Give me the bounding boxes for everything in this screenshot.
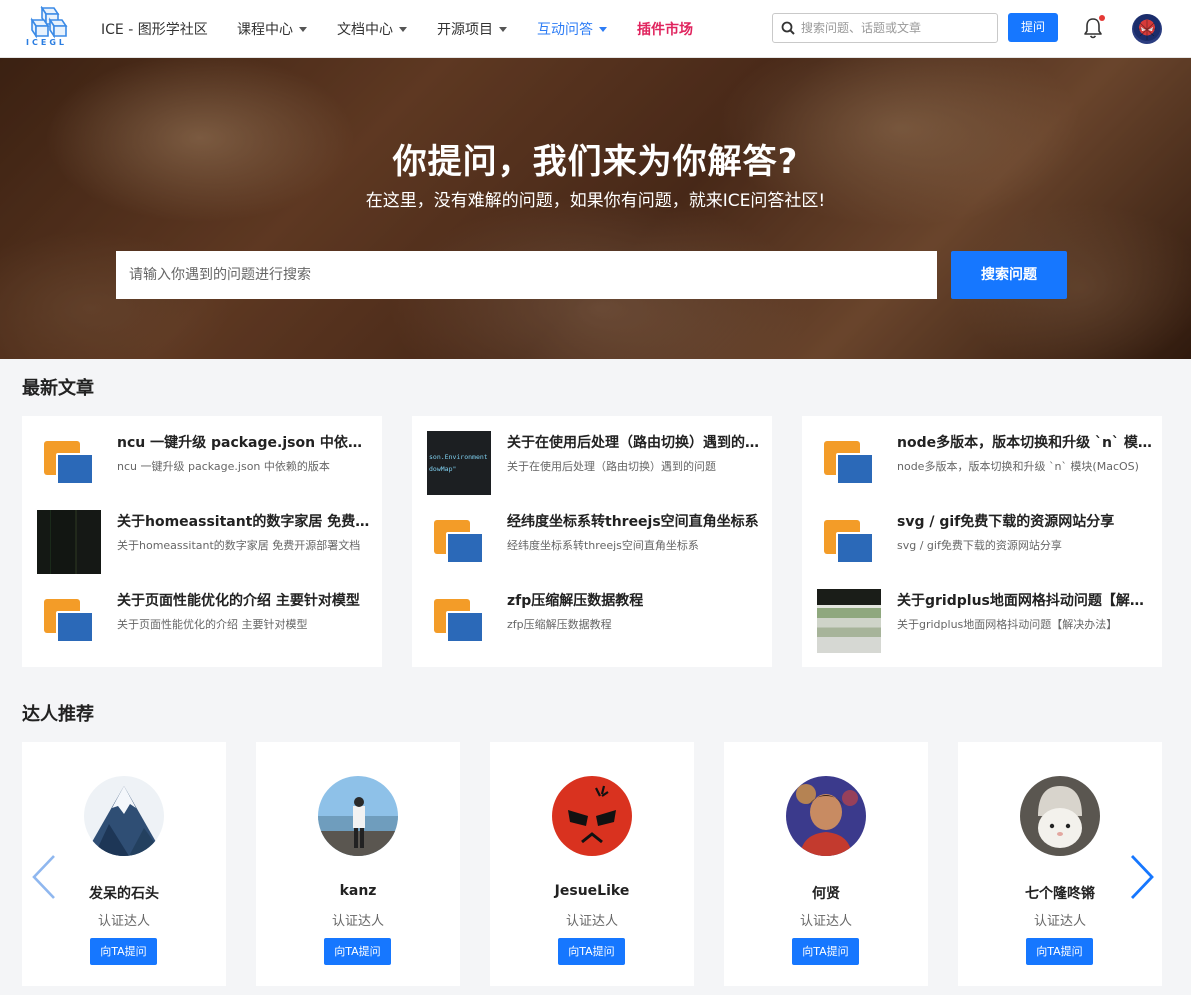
article-item[interactable]: 关于homeassitant的数字家居 免费开源部署文档 关于homeassit… — [37, 510, 372, 574]
expert-role: 认证达人 — [1033, 914, 1086, 929]
hero-title: 你提问，我们来为你解答? — [392, 142, 799, 182]
article-title: 关于gridplus地面网格抖动问题【解决办法】 — [897, 593, 1152, 609]
mountain-avatar[interactable] — [84, 776, 164, 856]
hero-banner: 你提问，我们来为你解答? 在这里，没有难解的问题，如果你有问题，就来ICE问答社… — [0, 58, 1191, 359]
ask-expert-button[interactable]: 向TA提问 — [90, 938, 157, 965]
boy-avatar[interactable] — [786, 776, 866, 856]
chevron-down-icon — [599, 26, 607, 32]
article-summary: ncu 一键升级 package.json 中依赖的版本 — [117, 460, 330, 473]
header-search — [772, 13, 998, 43]
expert-name: JesueLike — [554, 883, 630, 899]
article-thumbnail — [817, 589, 881, 653]
question-search-input[interactable] — [116, 251, 937, 299]
nav-courses[interactable]: 课程中心 — [237, 19, 307, 39]
code-line: dowMap" — [429, 465, 457, 473]
article-card-3: node多版本，版本切换和升级 `n` 模块(MacOS) node多版本，版本… — [802, 416, 1162, 667]
expert-card: kanz 认证达人 向TA提问 — [256, 742, 460, 986]
ask-expert-button[interactable]: 向TA提问 — [792, 938, 859, 965]
nav-docs[interactable]: 文档中心 — [337, 19, 407, 39]
article-summary: 关于页面性能优化的介绍 主要针对模型 — [117, 618, 308, 631]
chevron-down-icon — [299, 26, 307, 32]
ask-expert-button[interactable]: 向TA提问 — [324, 938, 391, 965]
logo-text: ICEGL — [26, 38, 67, 47]
ask-expert-button[interactable]: 向TA提问 — [558, 938, 625, 965]
article-title: 关于页面性能优化的介绍 主要针对模型 — [117, 593, 360, 609]
article-title: svg / gif免费下载的资源网站分享 — [897, 514, 1115, 530]
article-item[interactable]: ncu 一键升级 package.json 中依赖的版本 ncu 一键升级 pa… — [37, 431, 372, 495]
article-title: 关于homeassitant的数字家居 免费开源部署文档 — [117, 514, 372, 530]
article-title: 关于在使用后处理（路由切换）遇到的问题 — [507, 435, 762, 451]
article-item[interactable]: zfp压缩解压数据教程 zfp压缩解压数据教程 — [427, 589, 762, 653]
expert-role: 认证达人 — [331, 914, 384, 929]
hero-subtitle: 在这里，没有难解的问题，如果你有问题，就来ICE问答社区! — [365, 191, 826, 211]
article-thumbnail — [37, 510, 101, 574]
carousel-next-arrow-icon[interactable] — [1126, 854, 1156, 900]
nav-qa-label: 互动问答 — [537, 22, 593, 38]
user-avatar[interactable] — [1132, 14, 1162, 44]
article-item[interactable]: 经纬度坐标系转threejs空间直角坐标系 经纬度坐标系转threejs空间直角… — [427, 510, 762, 574]
folder-icon — [427, 510, 491, 574]
article-item[interactable]: 关于页面性能优化的介绍 主要针对模型 关于页面性能优化的介绍 主要针对模型 — [37, 589, 372, 653]
nav-opensource-label: 开源项目 — [437, 22, 493, 38]
nav-home[interactable]: ICE - 图形学社区 — [101, 19, 208, 39]
notification-dot — [1099, 15, 1105, 21]
expert-role: 认证达人 — [565, 914, 618, 929]
article-summary: 经纬度坐标系转threejs空间直角坐标系 — [507, 539, 699, 552]
article-item[interactable]: node多版本，版本切换和升级 `n` 模块(MacOS) node多版本，版本… — [817, 431, 1152, 495]
article-card-1: ncu 一键升级 package.json 中依赖的版本 ncu 一键升级 pa… — [22, 416, 382, 667]
expert-card: 何贤 认证达人 向TA提问 — [724, 742, 928, 986]
latest-articles-title: 最新文章 — [22, 378, 94, 399]
article-title: 经纬度坐标系转threejs空间直角坐标系 — [507, 514, 759, 530]
article-summary: 关于homeassitant的数字家居 免费开源部署文档 — [117, 539, 361, 552]
ask-question-button[interactable]: 提问 — [1008, 13, 1058, 42]
article-item[interactable]: svg / gif免费下载的资源网站分享 svg / gif免费下载的资源网站分… — [817, 510, 1152, 574]
expert-role: 认证达人 — [97, 914, 150, 929]
nav-qa[interactable]: 互动问答 — [537, 19, 607, 39]
bunny-avatar[interactable] — [1020, 776, 1100, 856]
header-search-input[interactable] — [801, 15, 991, 41]
folder-icon — [817, 431, 881, 495]
article-title: node多版本，版本切换和升级 `n` 模块(MacOS) — [897, 435, 1152, 451]
expert-name: 何贤 — [812, 886, 840, 902]
person-avatar[interactable] — [318, 776, 398, 856]
experts-title: 达人推荐 — [22, 704, 94, 725]
article-summary: zfp压缩解压数据教程 — [507, 618, 612, 631]
ask-expert-button[interactable]: 向TA提问 — [1026, 938, 1093, 965]
article-item[interactable]: 关于gridplus地面网格抖动问题【解决办法】 关于gridplus地面网格抖… — [817, 589, 1152, 653]
code-line: son.Environment — [429, 453, 488, 461]
carousel-prev-arrow-icon[interactable] — [30, 854, 60, 900]
article-summary: svg / gif免费下载的资源网站分享 — [897, 539, 1062, 552]
article-summary: 关于在使用后处理（路由切换）遇到的问题 — [507, 460, 716, 473]
expert-name: kanz — [339, 883, 377, 899]
chevron-down-icon — [399, 26, 407, 32]
article-summary: 关于gridplus地面网格抖动问题【解决办法】 — [897, 618, 1118, 631]
article-card-2: son.Environment dowMap" 关于在使用后处理（路由切换）遇到… — [412, 416, 772, 667]
search-icon — [781, 21, 795, 35]
folder-icon — [427, 589, 491, 653]
article-title: zfp压缩解压数据教程 — [507, 593, 644, 609]
expert-role: 认证达人 — [799, 914, 852, 929]
article-title: ncu 一键升级 package.json 中依赖的版本 — [117, 435, 372, 451]
folder-icon — [37, 431, 101, 495]
folder-icon — [817, 510, 881, 574]
nav-courses-label: 课程中心 — [237, 22, 293, 38]
nav-opensource[interactable]: 开源项目 — [437, 19, 507, 39]
top-navbar: ICEGL ICE - 图形学社区 课程中心 文档中心 开源项目 互动问答 插件… — [0, 0, 1191, 58]
nav-plugin-market[interactable]: 插件市场 — [637, 19, 693, 39]
chevron-down-icon — [499, 26, 507, 32]
folder-icon — [37, 589, 101, 653]
article-thumbnail: son.Environment dowMap" — [427, 431, 491, 495]
article-item[interactable]: son.Environment dowMap" 关于在使用后处理（路由切换）遇到… — [427, 431, 762, 495]
search-question-button[interactable]: 搜索问题 — [951, 251, 1067, 299]
nav-docs-label: 文档中心 — [337, 22, 393, 38]
expert-card: JesueLike 认证达人 向TA提问 — [490, 742, 694, 986]
angry-face-avatar[interactable] — [552, 776, 632, 856]
article-summary: node多版本，版本切换和升级 `n` 模块(MacOS) — [897, 460, 1139, 473]
